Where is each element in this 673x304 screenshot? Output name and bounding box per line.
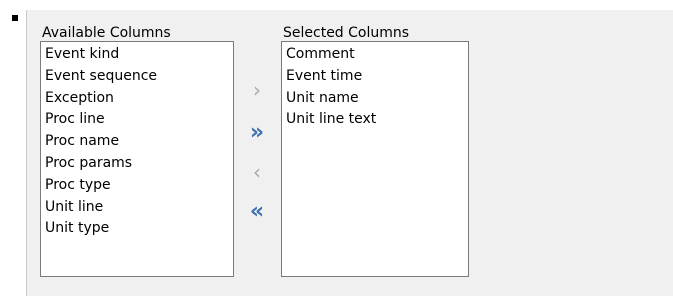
list-item[interactable]: Proc line: [41, 109, 233, 131]
list-item[interactable]: Unit type: [41, 218, 233, 240]
list-item[interactable]: Proc type: [41, 175, 233, 197]
remove-all-columns-button[interactable]: «: [240, 200, 274, 224]
chevron-right-icon: ›: [253, 78, 261, 102]
list-item[interactable]: Event kind: [41, 44, 233, 66]
list-item[interactable]: Unit line text: [282, 109, 468, 131]
available-columns-list[interactable]: Event kind Event sequence Exception Proc…: [40, 41, 234, 277]
selected-columns-label: Selected Columns: [283, 25, 410, 41]
add-all-columns-button[interactable]: »: [240, 121, 274, 145]
remove-selected-column-button[interactable]: ‹: [240, 160, 274, 184]
list-item[interactable]: Exception: [41, 88, 233, 110]
list-item[interactable]: Comment: [282, 44, 468, 66]
available-columns-label: Available Columns: [42, 25, 171, 41]
list-item[interactable]: Proc name: [41, 131, 233, 153]
double-chevron-left-icon: «: [249, 199, 265, 224]
list-item[interactable]: Event time: [282, 66, 468, 88]
list-item[interactable]: Event sequence: [41, 66, 233, 88]
list-item[interactable]: Unit line: [41, 197, 233, 219]
selected-columns-list[interactable]: Comment Event time Unit name Unit line t…: [281, 41, 469, 277]
square-bullet-icon: [12, 15, 18, 21]
double-chevron-right-icon: »: [249, 120, 265, 145]
add-selected-column-button[interactable]: ›: [240, 78, 274, 102]
list-item[interactable]: Proc params: [41, 153, 233, 175]
chevron-left-icon: ‹: [253, 160, 261, 184]
list-item[interactable]: Unit name: [282, 88, 468, 110]
